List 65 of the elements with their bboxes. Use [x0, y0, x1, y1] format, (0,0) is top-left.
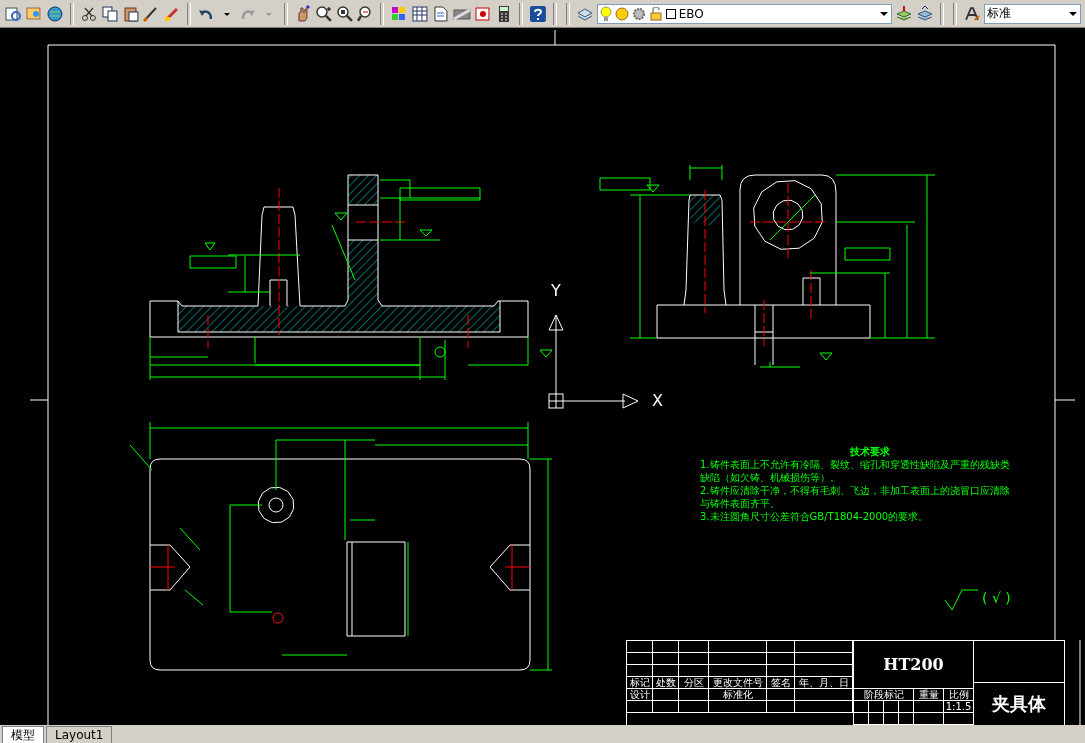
y-axis-label: Y: [551, 281, 561, 300]
title-block-header: 比例: [944, 689, 974, 701]
title-block-cell: [767, 665, 795, 677]
layout-tab[interactable]: Layout1: [46, 726, 113, 743]
x-axis-label: X: [652, 391, 663, 410]
title-block-header: 签名: [767, 677, 795, 689]
note-line: 2.铸件应清除干净，不得有毛刺、飞边，非加工表面上的浇冒口应清除: [700, 484, 1010, 497]
title-block-cell: [679, 689, 709, 701]
sun-icon[interactable]: [614, 6, 629, 21]
layers-arrow-icon[interactable]: [915, 4, 934, 23]
title-block-cell: [709, 701, 767, 713]
title-block-cell: [709, 653, 767, 665]
globe-icon[interactable]: [45, 4, 64, 23]
title-block-header: 阶段标记: [854, 689, 914, 701]
scale-value: 1:1.5: [944, 701, 974, 713]
ucs-icon: [548, 314, 639, 409]
title-block-header: 分区: [679, 677, 709, 689]
title-block-label: 设计: [627, 689, 653, 701]
title-block-cell: [679, 701, 709, 713]
note-line: 3.未注圆角尺寸公差符合GB/T1804-2000的要求。: [700, 510, 930, 523]
title-block-cell: [767, 689, 795, 701]
title-block-header: 年、月、日: [795, 677, 853, 689]
title-block-cell: [884, 701, 899, 713]
lightbulb-icon[interactable]: [599, 5, 612, 22]
title-block-cell: [653, 665, 679, 677]
roughness-symbol-icon: [944, 589, 979, 611]
note-line: 与铸件表面齐平。: [700, 497, 781, 510]
properties-icon[interactable]: [4, 4, 22, 23]
title-block-cell: [653, 701, 679, 713]
image-icon[interactable]: [474, 4, 492, 23]
table-grid-icon[interactable]: [411, 4, 430, 23]
title-block-cell: [653, 689, 679, 701]
paste-icon[interactable]: [121, 4, 140, 23]
note-line: 1.铸件表面上不允许有冷隔、裂纹、缩孔和穿透性缺陷及严重的残缺类: [700, 458, 1010, 471]
title-block-header: 更改文件号: [709, 677, 767, 689]
roughness-note: ( √ ): [982, 590, 1011, 606]
title-block-cell: [653, 653, 679, 665]
title-block-label: 标准化: [709, 689, 767, 701]
text-style-icon[interactable]: [962, 4, 981, 23]
title-block-cell: [709, 665, 767, 677]
copy-icon[interactable]: [100, 4, 119, 23]
title-block-cell: [679, 653, 709, 665]
title-block-header: 标记: [627, 677, 653, 689]
title-block-cell: [767, 701, 795, 713]
title-block-cell: [869, 701, 884, 713]
title-block-cell: [767, 653, 795, 665]
part-name-label: 夹具体: [991, 692, 1047, 716]
document-icon[interactable]: [432, 4, 451, 23]
zoom-in-icon[interactable]: [314, 4, 333, 23]
title-block-cell: [899, 701, 914, 713]
title-block-header: 重量: [914, 689, 944, 701]
material-label: HT200: [854, 641, 974, 689]
title-block-cell: [914, 701, 944, 713]
gear-icon[interactable]: [631, 6, 646, 21]
note-line: 缺陷（如欠铸、机械损伤等）。: [700, 471, 841, 484]
layers-stack-icon[interactable]: [895, 4, 913, 23]
title-block-cell: [679, 665, 709, 677]
notes-title: 技术要求: [849, 445, 891, 458]
title-block-header: 处数: [653, 677, 679, 689]
zoom-icon[interactable]: [335, 4, 354, 23]
text-style-name: 标准: [986, 5, 1012, 22]
layer-name: EBO: [678, 6, 705, 21]
layout-tab[interactable]: 模型: [2, 726, 44, 743]
help-icon[interactable]: [528, 4, 547, 23]
color-swatch-icon[interactable]: [665, 8, 676, 19]
